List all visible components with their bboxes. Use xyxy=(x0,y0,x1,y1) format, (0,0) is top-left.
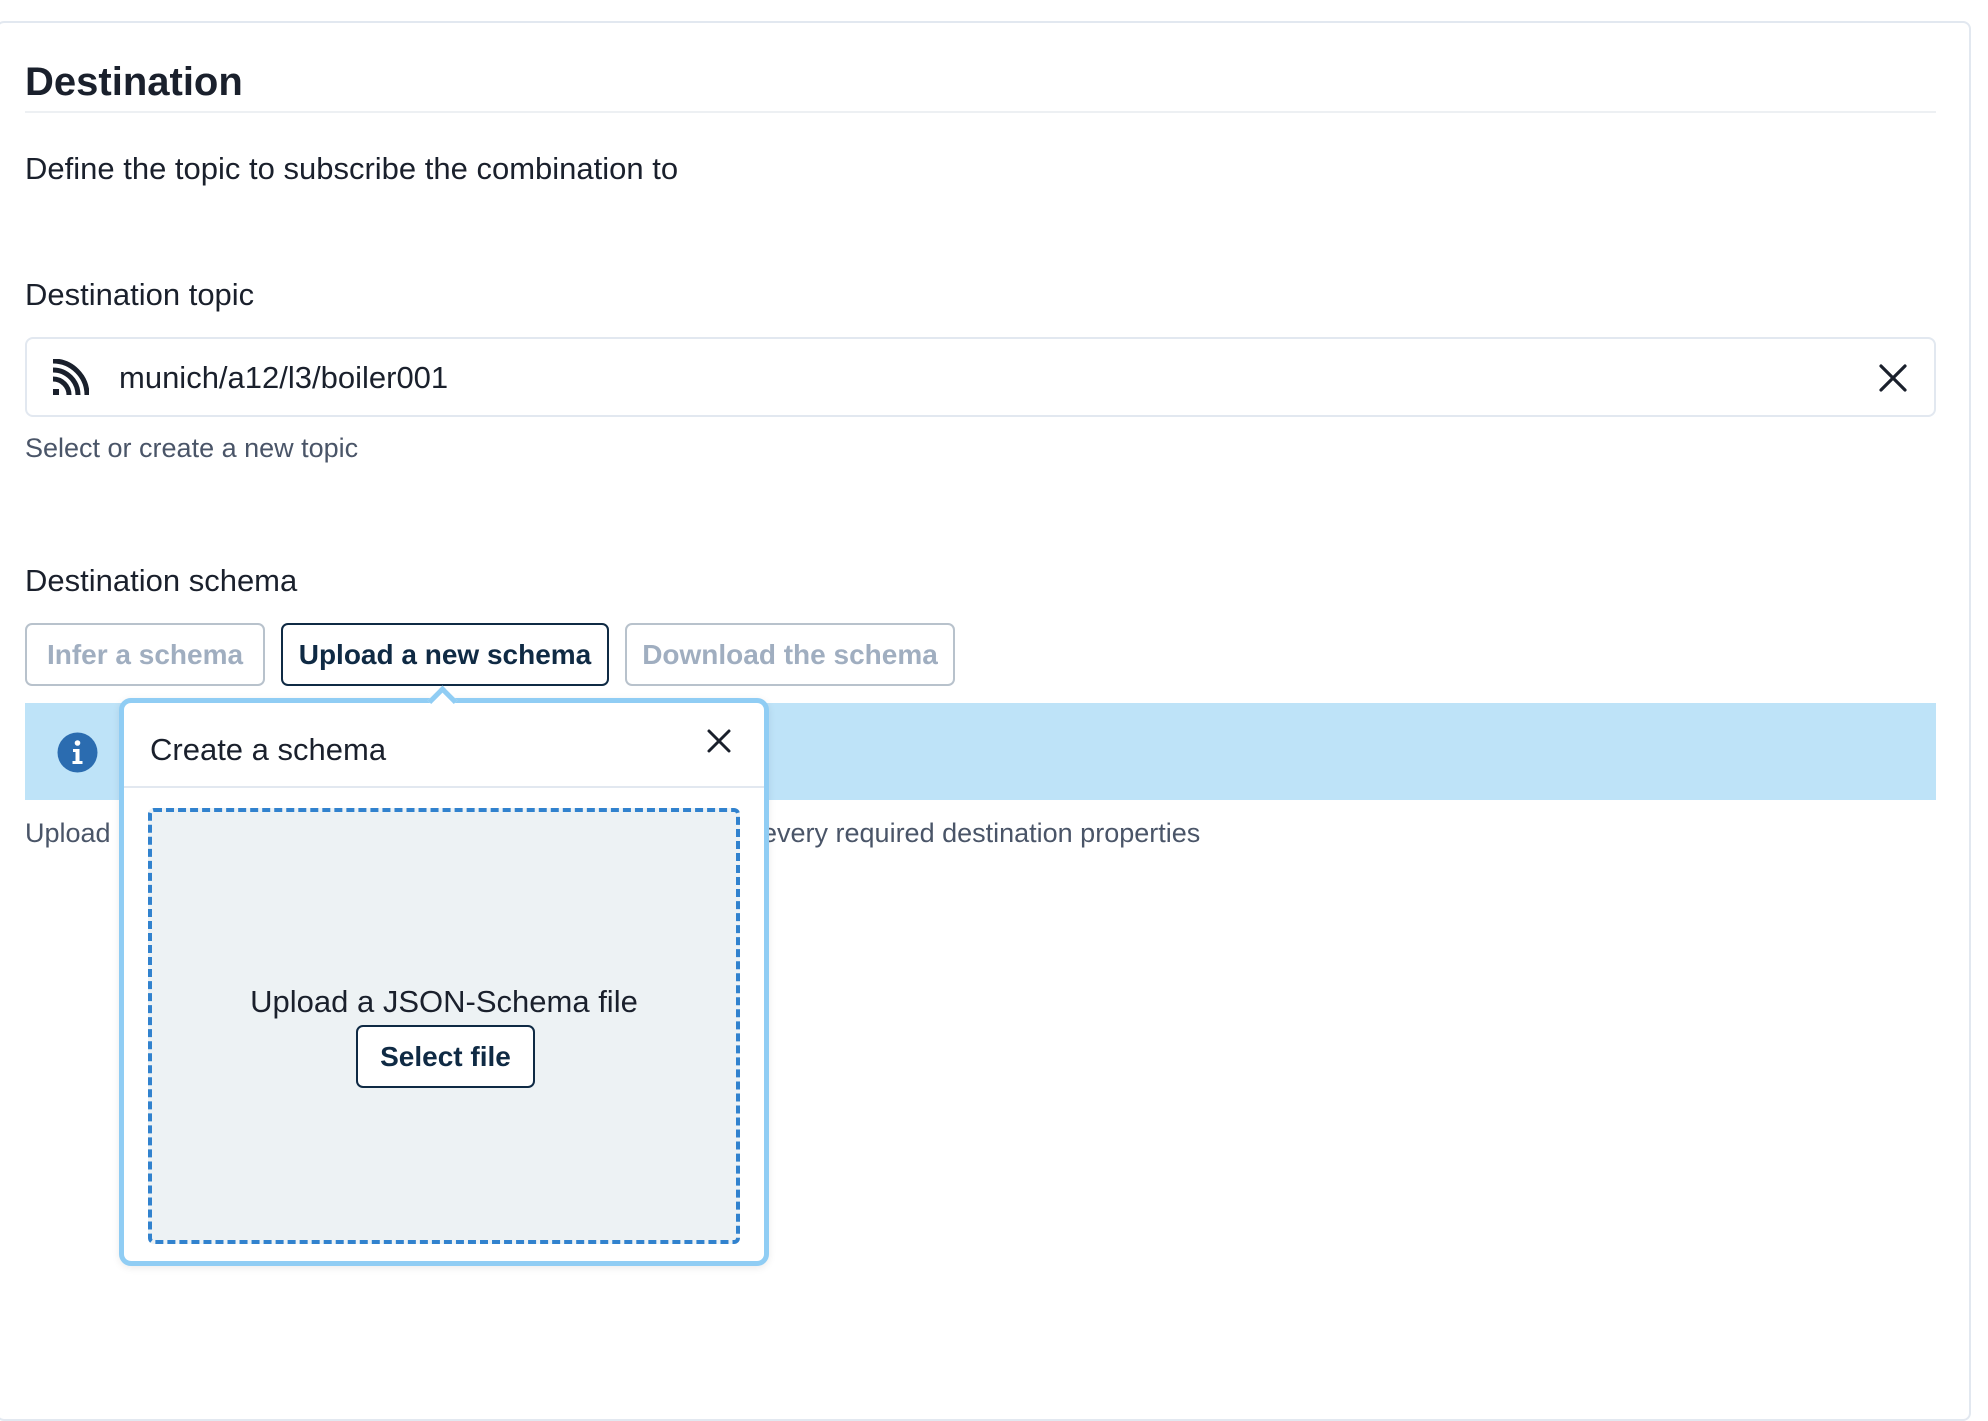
infer-schema-button[interactable]: Infer a schema xyxy=(25,623,265,686)
create-schema-popover: Create a schema Upload a JSON-Schema fil… xyxy=(119,698,769,1266)
schema-dropzone[interactable]: Upload a JSON-Schema file Select file xyxy=(148,808,740,1244)
section-title: Destination xyxy=(25,60,243,104)
destination-schema-label: Destination schema xyxy=(25,563,298,598)
select-file-button[interactable]: Select file xyxy=(356,1025,535,1088)
topic-helper-text: Select or create a new topic xyxy=(25,433,359,463)
section-description: Define the topic to subscribe the combin… xyxy=(25,151,679,186)
close-icon[interactable] xyxy=(1878,363,1908,393)
topic-value[interactable]: munich/a12/l3/boiler001 xyxy=(119,359,448,396)
info-icon xyxy=(57,732,98,773)
rss-feed-icon xyxy=(52,359,89,396)
schema-helper-text-start: Upload xyxy=(25,818,111,848)
upload-schema-button[interactable]: Upload a new schema xyxy=(281,623,609,686)
dropzone-text: Upload a JSON-Schema file xyxy=(250,984,638,1019)
schema-helper-text-end: every required destination properties xyxy=(762,818,1201,848)
close-icon[interactable] xyxy=(706,728,732,754)
popover-divider xyxy=(124,786,764,788)
download-schema-button[interactable]: Download the schema xyxy=(625,623,955,686)
destination-topic-label: Destination topic xyxy=(25,277,255,312)
destination-topic-input[interactable]: munich/a12/l3/boiler001 xyxy=(25,337,1936,417)
popover-title: Create a schema xyxy=(150,732,387,767)
title-divider xyxy=(25,111,1936,113)
